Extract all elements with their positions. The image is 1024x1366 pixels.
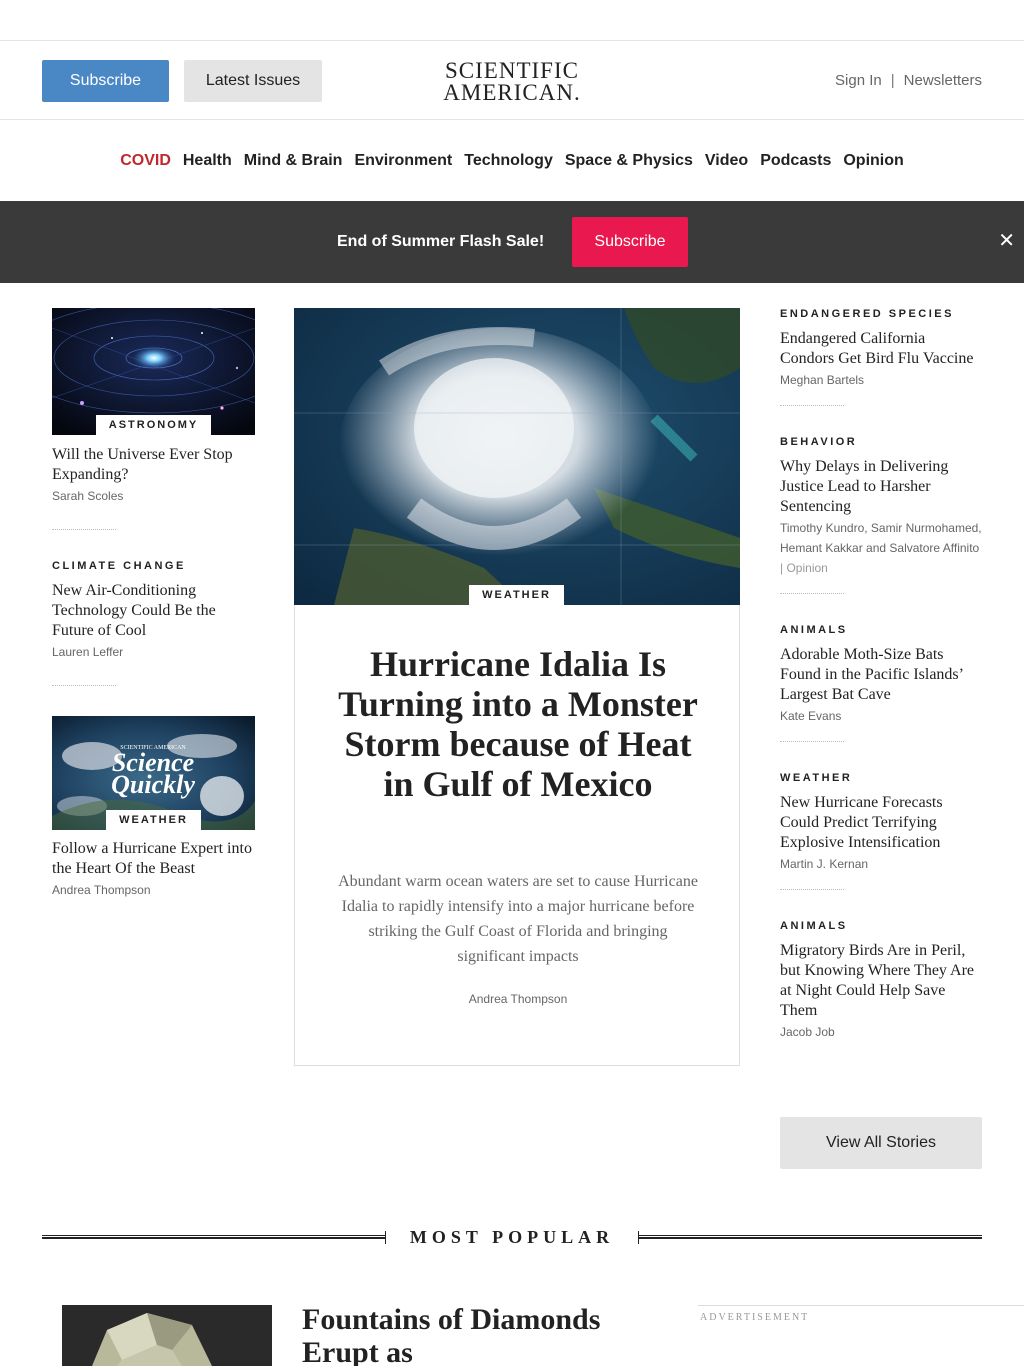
rough-diamond-graphic <box>62 1305 272 1366</box>
story-kicker[interactable]: WEATHER <box>106 810 201 830</box>
most-popular-title: MOST POPULAR <box>409 1227 615 1247</box>
story-card[interactable]: CLIMATE CHANGE New Air-Conditioning Tech… <box>52 560 255 662</box>
story-headline[interactable]: Endangered California Condors Get Bird F… <box>780 329 982 369</box>
story-headline[interactable]: New Air-Conditioning Technology Could Be… <box>52 581 255 641</box>
story-card[interactable]: ENDANGERED SPECIES Endangered California… <box>780 308 982 390</box>
story-divider <box>780 593 844 594</box>
story-headline[interactable]: New Hurricane Forecasts Could Predict Te… <box>780 793 982 853</box>
latest-issues-button[interactable]: Latest Issues <box>184 60 322 102</box>
featured-headline[interactable]: Hurricane Idalia Is Turning into a Monst… <box>335 644 701 804</box>
nav-item-space-physics[interactable]: Space & Physics <box>565 152 693 170</box>
rough-diamond-image[interactable] <box>62 1305 272 1366</box>
story-kicker[interactable]: ENDANGERED SPECIES <box>780 308 982 320</box>
right-story-column: ENDANGERED SPECIES Endangered California… <box>780 308 982 1042</box>
promo-subscribe-button[interactable]: Subscribe <box>572 217 688 267</box>
science-quickly-word-2: Quickly <box>111 770 195 799</box>
story-card[interactable]: ANIMALS Migratory Birds Are in Peril, bu… <box>780 920 982 1042</box>
left-story-column: ASTRONOMY Will the Universe Ever Stop Ex… <box>52 308 255 900</box>
featured-kicker[interactable]: WEATHER <box>469 585 564 605</box>
story-byline[interactable]: Meghan Bartels <box>780 370 982 390</box>
story-divider <box>52 685 116 686</box>
top-ad-strip <box>0 0 1024 41</box>
nav-item-video[interactable]: Video <box>705 152 748 170</box>
site-logo[interactable]: SCIENTIFIC AMERICAN. <box>412 58 612 105</box>
story-byline[interactable]: Jacob Job <box>780 1022 982 1042</box>
subscribe-button[interactable]: Subscribe <box>42 60 169 102</box>
logo-line-2: AMERICAN. <box>443 80 581 105</box>
science-quickly-image[interactable]: SCIENTIFIC AMERICAN Science Quickly WEAT… <box>52 716 255 830</box>
story-byline[interactable]: Lauren Leffer <box>52 642 255 662</box>
advertisement-label: ADVERTISEMENT <box>700 1312 810 1323</box>
link-separator: | <box>890 72 895 89</box>
story-byline[interactable]: Sarah Scoles <box>52 486 255 506</box>
newsletters-link[interactable]: Newsletters <box>904 72 982 89</box>
story-byline[interactable]: Timothy Kundro, Samir Nurmohamed, Hemant… <box>780 518 982 578</box>
main-nav: COVID Health Mind & Brain Environment Te… <box>0 120 1024 201</box>
featured-story-card[interactable]: WEATHER Hurricane Idalia Is Turning into… <box>294 308 740 1066</box>
most-popular-heading: MOST POPULAR <box>42 1226 982 1250</box>
advertisement-slot: ADVERTISEMENT <box>698 1305 1024 1366</box>
story-kicker[interactable]: ASTRONOMY <box>96 415 211 435</box>
byline-separator: | <box>780 561 784 575</box>
story-card[interactable]: ASTRONOMY Will the Universe Ever Stop Ex… <box>52 308 255 506</box>
sign-in-link[interactable]: Sign In <box>835 72 882 89</box>
story-divider <box>52 529 116 530</box>
story-kicker[interactable]: ANIMALS <box>780 624 982 636</box>
nav-item-covid[interactable]: COVID <box>120 152 171 170</box>
story-card[interactable]: ANIMALS Adorable Moth-Size Bats Found in… <box>780 624 982 726</box>
story-kicker[interactable]: WEATHER <box>780 772 982 784</box>
story-byline[interactable]: Martin J. Kernan <box>780 854 982 874</box>
story-headline[interactable]: Migratory Birds Are in Peril, but Knowin… <box>780 941 982 1021</box>
story-headline[interactable]: Will the Universe Ever Stop Expanding? <box>52 445 255 485</box>
promo-text: End of Summer Flash Sale! <box>337 233 545 250</box>
site-header: Subscribe Latest Issues SCIENTIFIC AMERI… <box>0 41 1024 120</box>
byline-authors: Timothy Kundro, Samir Nurmohamed, Hemant… <box>780 521 982 555</box>
story-kicker[interactable]: ANIMALS <box>780 920 982 932</box>
story-card[interactable]: SCIENTIFIC AMERICAN Science Quickly WEAT… <box>52 716 255 900</box>
popular-story-headline[interactable]: Fountains of Diamonds Erupt as <box>302 1303 662 1366</box>
story-headline[interactable]: Adorable Moth-Size Bats Found in the Pac… <box>780 645 982 705</box>
story-headline[interactable]: Why Delays in Delivering Justice Lead to… <box>780 457 982 517</box>
logo-line-1: SCIENTIFIC <box>445 58 579 83</box>
opinion-tag[interactable]: Opinion <box>786 561 827 575</box>
nav-item-health[interactable]: Health <box>183 152 232 170</box>
hurricane-satellite-graphic <box>294 308 740 605</box>
story-card[interactable]: WEATHER New Hurricane Forecasts Could Pr… <box>780 772 982 874</box>
story-divider <box>780 405 844 406</box>
nav-item-podcasts[interactable]: Podcasts <box>760 152 831 170</box>
story-byline[interactable]: Andrea Thompson <box>52 880 255 900</box>
account-links: Sign In | Newsletters <box>835 72 982 89</box>
story-divider <box>780 889 844 890</box>
close-icon[interactable]: ✕ <box>998 231 1015 251</box>
story-byline[interactable]: Kate Evans <box>780 706 982 726</box>
story-headline[interactable]: Follow a Hurricane Expert into the Heart… <box>52 839 255 879</box>
nav-item-mind-brain[interactable]: Mind & Brain <box>244 152 343 170</box>
promo-banner: End of Summer Flash Sale! Subscribe ✕ <box>0 201 1024 283</box>
story-kicker[interactable]: CLIMATE CHANGE <box>52 560 255 572</box>
galaxy-illustration-image[interactable]: ASTRONOMY <box>52 308 255 435</box>
featured-byline[interactable]: Andrea Thompson <box>295 992 741 1006</box>
featured-dek: Abundant warm ocean waters are set to ca… <box>338 873 698 965</box>
nav-item-opinion[interactable]: Opinion <box>843 152 903 170</box>
story-card[interactable]: BEHAVIOR Why Delays in Delivering Justic… <box>780 436 982 578</box>
story-kicker[interactable]: BEHAVIOR <box>780 436 982 448</box>
story-divider <box>780 741 844 742</box>
view-all-stories-button[interactable]: View All Stories <box>780 1117 982 1169</box>
nav-item-environment[interactable]: Environment <box>354 152 452 170</box>
hurricane-satellite-image[interactable]: WEATHER <box>294 308 740 605</box>
nav-item-technology[interactable]: Technology <box>464 152 553 170</box>
